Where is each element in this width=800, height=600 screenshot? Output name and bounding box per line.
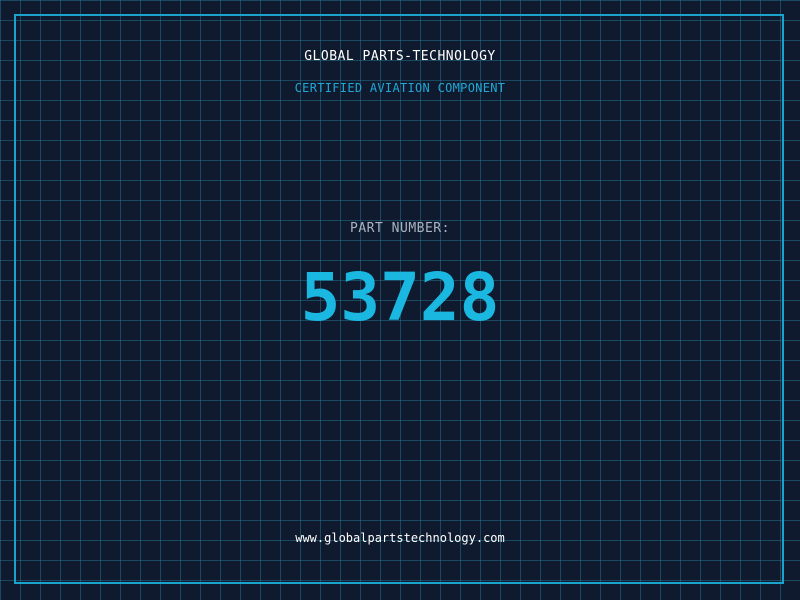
- certification-subtitle: CERTIFIED AVIATION COMPONENT: [294, 81, 506, 95]
- part-number-value: 53728: [300, 259, 500, 336]
- part-number-label: PART NUMBER:: [350, 221, 450, 236]
- company-name: GLOBAL PARTS-TECHNOLOGY: [304, 49, 496, 64]
- website-url: www.globalpartstechnology.com: [295, 531, 505, 545]
